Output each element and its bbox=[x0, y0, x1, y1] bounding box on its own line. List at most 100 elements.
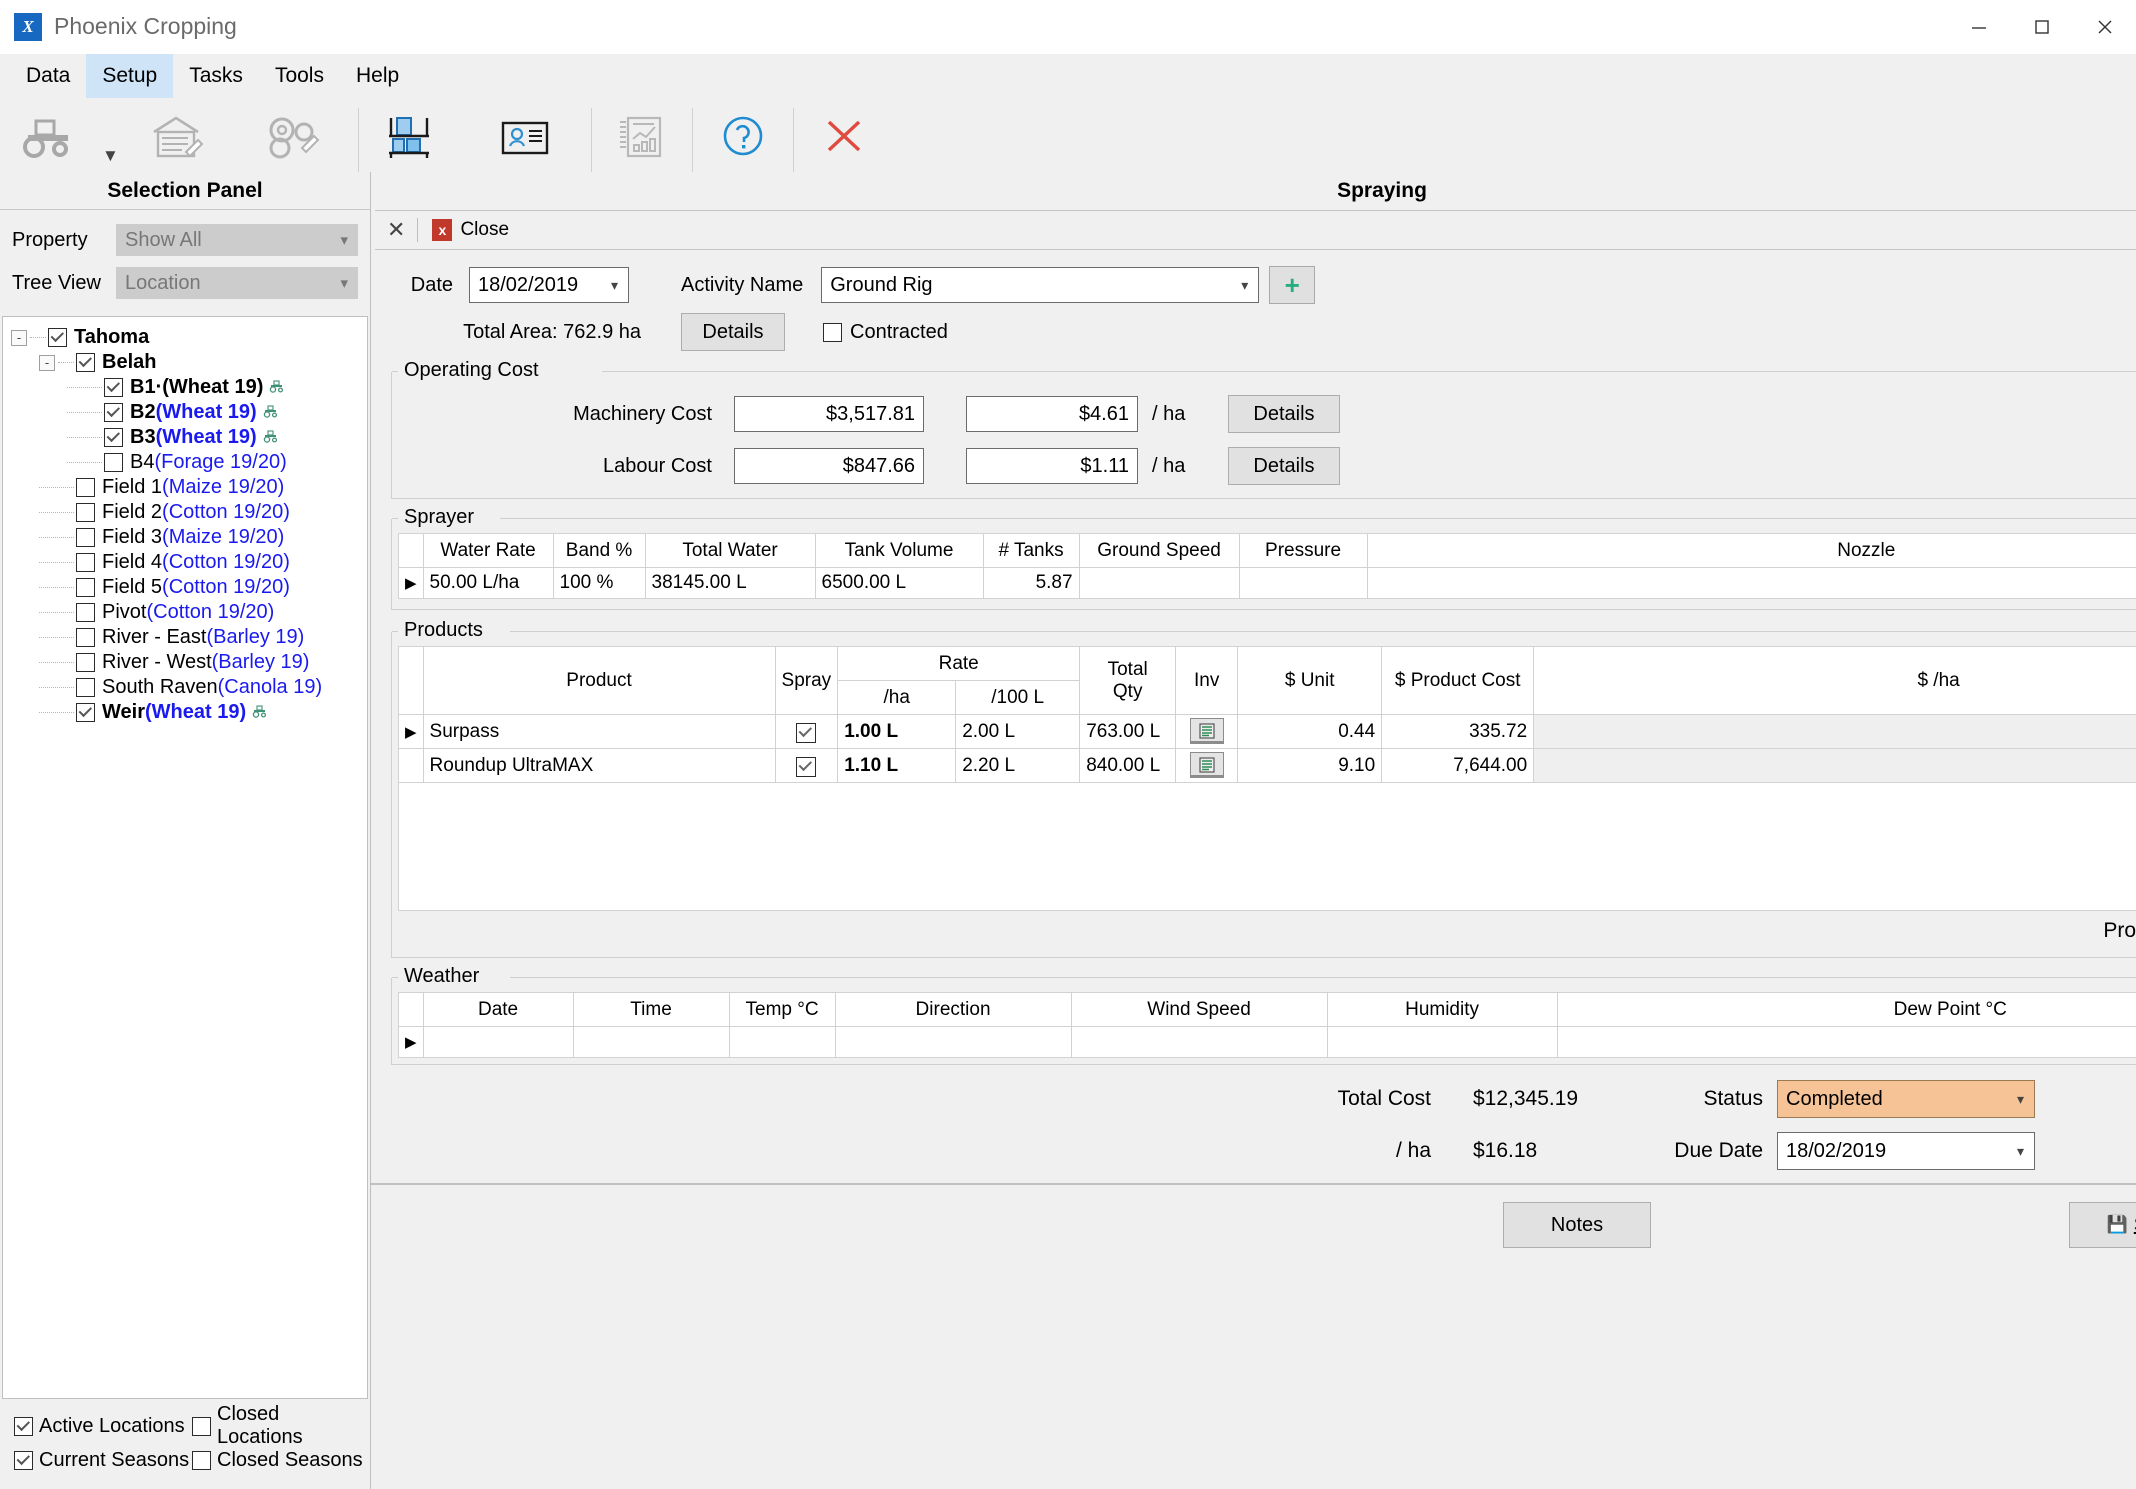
table-row[interactable]: ▶Surpass 1.00 L2.00 L763.00 L 0.44335.720.… bbox=[398, 714, 2136, 749]
tree-item[interactable]: Weir (Wheat 19) bbox=[3, 700, 367, 725]
location-tree[interactable]: - Tahoma - Belah B1· (Wheat 19) B2 (Wheat 19) B3… bbox=[2, 316, 368, 1399]
product-cost-per-ha[interactable]: 10.02 bbox=[1533, 748, 2136, 783]
tree-item[interactable]: Field 4 (Cotton 19/20) bbox=[3, 550, 367, 575]
tree-item-checkbox[interactable] bbox=[104, 403, 123, 422]
product-spray-checkbox[interactable] bbox=[774, 748, 839, 783]
sprayer-tank-volume[interactable]: 6500.00 L bbox=[814, 567, 984, 599]
product-rate-ha[interactable]: 1.10 L bbox=[837, 748, 957, 783]
labour-cost-per-ha-field[interactable]: $1.11 bbox=[966, 448, 1138, 484]
tree-item[interactable]: River - West (Barley 19) bbox=[3, 650, 367, 675]
activity-name-select[interactable]: Ground Rig ▾ bbox=[821, 267, 1260, 303]
checkbox-closed-locations[interactable]: Closed Locations bbox=[192, 1403, 370, 1449]
machinery-cost-per-ha-field[interactable]: $4.61 bbox=[966, 396, 1138, 432]
tree-item[interactable]: Field 5 (Cotton 19/20) bbox=[3, 575, 367, 600]
sprayer-pressure[interactable] bbox=[1238, 567, 1368, 599]
weather-time[interactable] bbox=[572, 1026, 730, 1058]
tree-item[interactable]: B4 (Forage 19/20) bbox=[3, 450, 367, 475]
tree-expander-icon[interactable]: - bbox=[39, 354, 55, 371]
menu-data[interactable]: Data bbox=[10, 54, 86, 98]
date-input[interactable]: 18/02/2019 ▾ bbox=[469, 267, 629, 303]
area-details-button[interactable]: Details bbox=[681, 313, 785, 351]
property-select[interactable]: Show All ▾ bbox=[116, 224, 358, 256]
table-row[interactable]: ▶ 50.00 L/ha 100 % 38145.00 L 6500.00 L … bbox=[398, 567, 2136, 599]
tree-item-checkbox[interactable] bbox=[76, 628, 95, 647]
sprayer-band[interactable]: 100 % bbox=[552, 567, 646, 599]
product-spray-checkbox[interactable] bbox=[774, 714, 839, 749]
close-icon[interactable] bbox=[2073, 0, 2136, 54]
tree-item[interactable]: Field 1 (Maize 19/20) bbox=[3, 475, 367, 500]
notes-button[interactable]: Notes bbox=[1503, 1202, 1651, 1248]
tree-item-checkbox[interactable] bbox=[76, 678, 95, 697]
weather-wind-speed[interactable] bbox=[1070, 1026, 1328, 1058]
machinery-cost-total-field[interactable]: $3,517.81 bbox=[734, 396, 924, 432]
menu-setup[interactable]: Setup bbox=[86, 54, 174, 98]
product-total-qty[interactable]: 763.00 L bbox=[1079, 714, 1177, 749]
tree-item[interactable]: Field 2 (Cotton 19/20) bbox=[3, 500, 367, 525]
weather-humidity[interactable] bbox=[1326, 1026, 1558, 1058]
product-name[interactable]: Roundup UltraMAX bbox=[422, 748, 776, 783]
close-button-label[interactable]: Close bbox=[460, 219, 509, 241]
tree-item-checkbox[interactable] bbox=[76, 578, 95, 597]
table-row[interactable]: ▶ bbox=[398, 1026, 2136, 1058]
products-grid[interactable]: Product Spray Rate Total Qty Inv $ Unit bbox=[398, 646, 2136, 783]
menu-tools[interactable]: Tools bbox=[259, 54, 340, 98]
tree-item[interactable]: B2 (Wheat 19) bbox=[3, 400, 367, 425]
tree-item-checkbox[interactable] bbox=[104, 378, 123, 397]
tree-item-checkbox[interactable] bbox=[76, 553, 95, 572]
weather-temp[interactable] bbox=[728, 1026, 836, 1058]
tree-item-checkbox[interactable] bbox=[76, 603, 95, 622]
sprayer-nozzle[interactable] bbox=[1366, 567, 2136, 599]
checkbox-active-locations[interactable]: Active Locations bbox=[14, 1415, 192, 1438]
product-unit-cost[interactable]: 0.44 bbox=[1237, 714, 1383, 749]
tree-item[interactable]: South Raven (Canola 19) bbox=[3, 675, 367, 700]
product-unit-cost[interactable]: 9.10 bbox=[1237, 748, 1383, 783]
checkbox-current-seasons[interactable]: Current Seasons bbox=[14, 1449, 192, 1472]
inventory-icon[interactable] bbox=[1189, 752, 1224, 778]
labour-cost-total-field[interactable]: $847.66 bbox=[734, 448, 924, 484]
tree-item-checkbox[interactable] bbox=[104, 453, 123, 472]
weather-date[interactable] bbox=[422, 1026, 574, 1058]
product-inventory-cell[interactable] bbox=[1175, 714, 1239, 749]
tree-item-checkbox[interactable] bbox=[76, 703, 95, 722]
weather-dew-point[interactable] bbox=[1556, 1026, 2136, 1058]
weather-direction[interactable] bbox=[834, 1026, 1072, 1058]
product-name[interactable]: Surpass bbox=[422, 714, 776, 749]
contracted-checkbox[interactable]: Contracted bbox=[823, 321, 948, 344]
labour-details-button[interactable]: Details bbox=[1228, 447, 1340, 485]
sprayer-water-rate[interactable]: 50.00 L/ha bbox=[422, 567, 554, 599]
tree-item-checkbox[interactable] bbox=[76, 353, 95, 372]
tree-item[interactable]: River - East (Barley 19) bbox=[3, 625, 367, 650]
tree-item[interactable]: - Belah bbox=[3, 350, 367, 375]
tree-item-checkbox[interactable] bbox=[76, 503, 95, 522]
tree-item-checkbox[interactable] bbox=[76, 653, 95, 672]
minimize-icon[interactable] bbox=[1947, 0, 2010, 54]
tree-item[interactable]: Field 3 (Maize 19/20) bbox=[3, 525, 367, 550]
product-rate-100l[interactable]: 2.20 L bbox=[955, 748, 1081, 783]
product-total-qty[interactable]: 840.00 L bbox=[1079, 748, 1177, 783]
checkbox-closed-seasons[interactable]: Closed Seasons bbox=[192, 1449, 370, 1472]
status-select[interactable]: Completed ▾ bbox=[1777, 1080, 2035, 1118]
menu-help[interactable]: Help bbox=[340, 54, 415, 98]
sprayer-total-water[interactable]: 38145.00 L bbox=[644, 567, 816, 599]
tree-expander-icon[interactable]: - bbox=[11, 329, 27, 346]
due-date-input[interactable]: 18/02/2019 ▾ bbox=[1777, 1132, 2035, 1170]
sprayer-tanks[interactable]: 5.87 bbox=[982, 567, 1080, 599]
product-cost[interactable]: 7,644.00 bbox=[1381, 748, 1535, 783]
tree-item-checkbox[interactable] bbox=[76, 478, 95, 497]
tree-item[interactable]: B1· (Wheat 19) bbox=[3, 375, 367, 400]
sprayer-grid[interactable]: Water Rate Band % Total Water Tank Volum… bbox=[398, 533, 2136, 599]
pane-close-icon[interactable]: ✕ bbox=[385, 217, 417, 243]
save-button[interactable]: 💾 Save bbox=[2069, 1202, 2136, 1248]
inventory-icon[interactable] bbox=[1189, 718, 1224, 744]
tree-item[interactable]: Pivot (Cotton 19/20) bbox=[3, 600, 367, 625]
menu-tasks[interactable]: Tasks bbox=[173, 54, 259, 98]
tree-item-checkbox[interactable] bbox=[76, 528, 95, 547]
tree-item-checkbox[interactable] bbox=[104, 428, 123, 447]
product-inventory-cell[interactable] bbox=[1175, 748, 1239, 783]
treeview-select[interactable]: Location ▾ bbox=[116, 267, 358, 299]
weather-grid[interactable]: Date Time Temp °C Direction Wind Speed H… bbox=[398, 992, 2136, 1058]
product-rate-100l[interactable]: 2.00 L bbox=[955, 714, 1081, 749]
tree-item[interactable]: - Tahoma bbox=[3, 325, 367, 350]
add-activity-button[interactable]: + bbox=[1269, 266, 1316, 304]
product-cost[interactable]: 335.72 bbox=[1381, 714, 1535, 749]
